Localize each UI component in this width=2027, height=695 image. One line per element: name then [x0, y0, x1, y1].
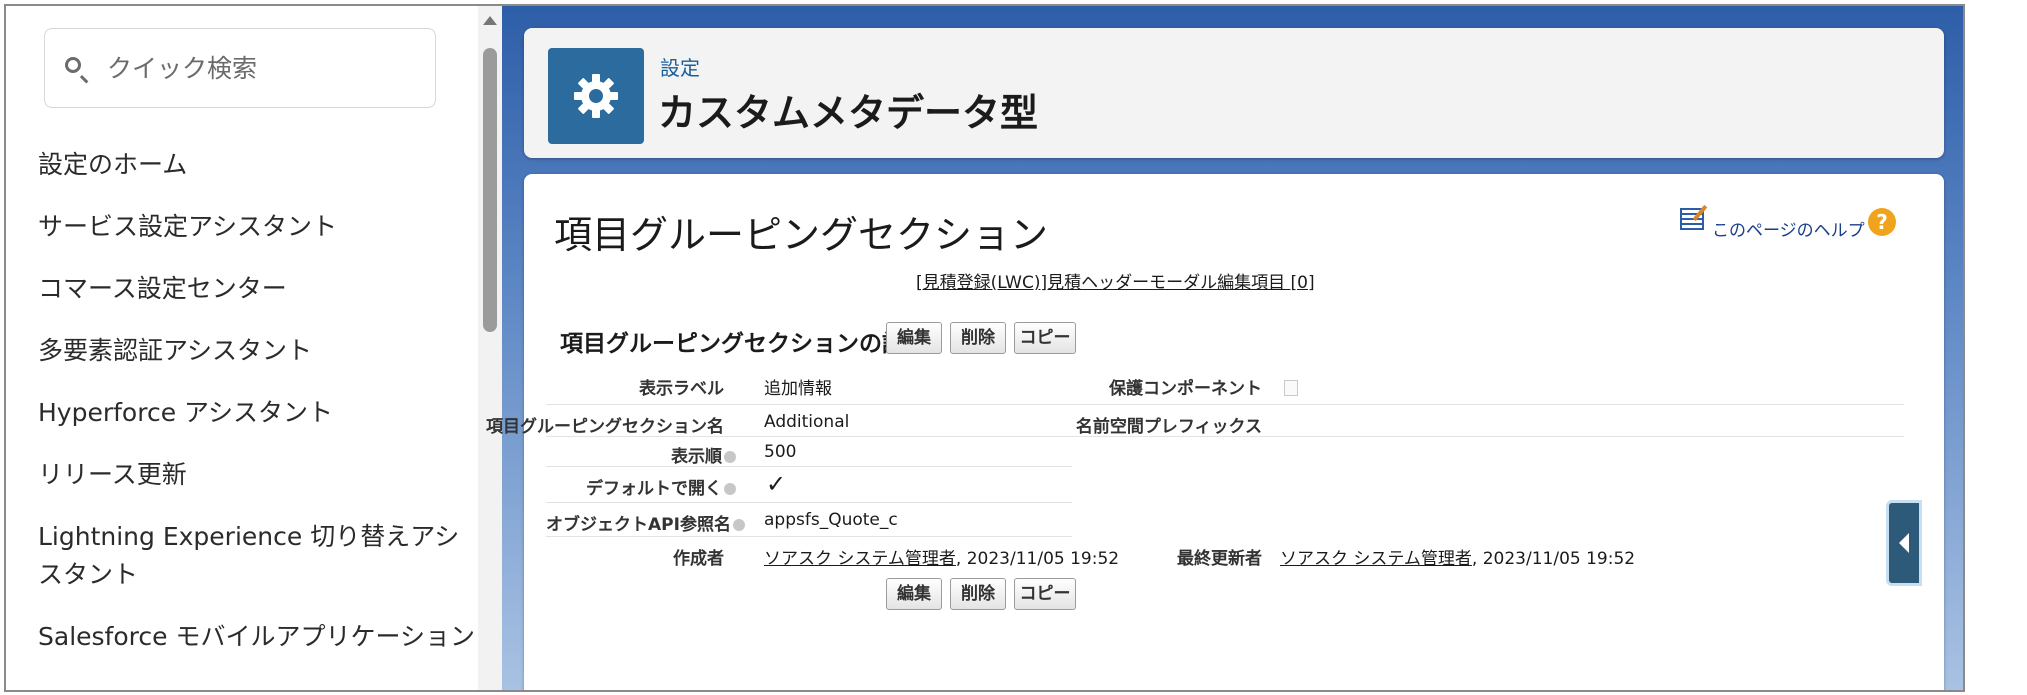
- detail-row-6: 作成者 ソアスク システム管理者, 2023/11/05 19:52 最終更新者…: [546, 536, 1904, 570]
- quick-search-input[interactable]: [105, 47, 409, 89]
- nav-item-mfa-assistant[interactable]: 多要素認証アシスタント: [38, 332, 478, 370]
- detail-row-5: オブジェクトAPI参照名 appsfs_Quote_c: [546, 502, 1072, 537]
- setup-nav: 設定のホーム サービス設定アシスタント コマース設定センター 多要素認証アシスタ…: [38, 146, 478, 680]
- copy-button-bottom[interactable]: コピー: [1014, 578, 1076, 610]
- field-label-open-by-default: デフォルトで開く: [546, 474, 736, 499]
- window: 設定のホーム サービス設定アシスタント コマース設定センター 多要素認証アシスタ…: [4, 4, 1965, 692]
- page-header: 設定 カスタムメタデータ型: [524, 28, 1944, 158]
- modified-by-user-link[interactable]: ソアスク システム管理者: [1280, 549, 1472, 569]
- nav-item-release-updates[interactable]: リリース更新: [38, 456, 478, 494]
- related-list-link[interactable]: [見積登録(LWC)]見積ヘッダーモーダル編集項目 [0]: [916, 268, 1315, 293]
- detail-row-4: デフォルトで開く ✓: [546, 466, 1072, 503]
- modified-by-date: , 2023/11/05 19:52: [1471, 549, 1636, 569]
- edit-button-top[interactable]: 編集: [886, 322, 942, 354]
- nav-item-service-setup-assistant[interactable]: サービス設定アシスタント: [38, 208, 478, 246]
- detail-card: 項目グルーピングセクション このページのヘルプ ? [見積登録(LWC)]見積ヘ…: [486, 174, 1944, 690]
- info-icon[interactable]: [732, 519, 745, 531]
- info-icon[interactable]: [724, 483, 736, 495]
- sidebar-scrollbar[interactable]: [478, 6, 502, 690]
- delete-button-bottom[interactable]: 削除: [950, 578, 1006, 610]
- field-value-group-section-name: Additional: [764, 412, 850, 432]
- detail-row-2: 項目グルーピングセクション名 Additional 名前空間プレフィックス: [486, 404, 1904, 437]
- scroll-up-arrow-icon[interactable]: [483, 16, 497, 25]
- breadcrumb-setup[interactable]: 設定: [660, 52, 700, 81]
- detail-row-1: 表示ラベル 追加情報 保護コンポーネント: [546, 364, 1904, 405]
- info-icon[interactable]: [724, 451, 736, 463]
- checkmark-icon: ✓: [766, 470, 787, 498]
- field-value-created-by: ソアスク システム管理者, 2023/11/05 19:52: [764, 544, 1119, 569]
- field-label-group-section-name: 項目グルーピングセクション名: [486, 417, 724, 437]
- detail-row-3: 表示順 500: [546, 436, 1072, 467]
- open-by-default-label-text: デフォルトで開く: [586, 479, 722, 499]
- main-area: 設定 カスタムメタデータ型 項目グルーピングセクション このページのヘルプ ? …: [486, 6, 1963, 690]
- delete-button-top[interactable]: 削除: [950, 322, 1006, 354]
- quick-search-box[interactable]: [44, 28, 436, 108]
- field-label-created-by: 作成者: [673, 549, 724, 569]
- field-value-display-label: 追加情報: [764, 379, 832, 399]
- field-label-namespace-prefix: 名前空間プレフィックス: [1075, 417, 1262, 437]
- nav-item-commerce-setup-center[interactable]: コマース設定センター: [38, 270, 478, 308]
- page-header-title: カスタムメタデータ型: [658, 91, 1039, 135]
- scrollbar-thumb[interactable]: [483, 48, 497, 332]
- nav-item-hyperforce-assistant[interactable]: Hyperforce アシスタント: [38, 394, 478, 432]
- copy-button-top[interactable]: コピー: [1014, 322, 1076, 354]
- setup-gear-icon: [548, 48, 644, 144]
- detail-section-title: 項目グルーピングセクションの詳細: [560, 331, 928, 357]
- field-label-display-order: 表示順: [546, 442, 736, 467]
- page-title: 項目グルーピングセクション: [554, 213, 1049, 257]
- field-value-object-api-ref: appsfs_Quote_c: [764, 510, 898, 530]
- setup-sidebar: 設定のホーム サービス設定アシスタント コマース設定センター 多要素認証アシスタ…: [6, 6, 502, 690]
- field-label-modified-by: 最終更新者: [1177, 549, 1262, 569]
- field-label-object-api-ref: オブジェクトAPI参照名: [546, 510, 745, 535]
- display-order-label-text: 表示順: [671, 447, 722, 467]
- collapse-panel-tab[interactable]: [1886, 500, 1922, 586]
- field-label-display-label: 表示ラベル: [639, 379, 724, 399]
- edit-button-bottom[interactable]: 編集: [886, 578, 942, 610]
- field-label-protected-component: 保護コンポーネント: [1109, 379, 1262, 399]
- search-icon: [65, 57, 81, 73]
- created-by-date: , 2023/11/05 19:52: [955, 549, 1120, 569]
- nav-item-lightning-transition[interactable]: Lightning Experience 切り替えアシスタント: [38, 518, 478, 594]
- field-value-display-order: 500: [764, 442, 797, 462]
- object-api-ref-label-text: オブジェクトAPI参照名: [546, 515, 731, 535]
- created-by-user-link[interactable]: ソアスク システム管理者: [764, 549, 956, 569]
- field-value-modified-by: ソアスク システム管理者, 2023/11/05 19:52: [1280, 544, 1635, 569]
- protected-component-checkbox: [1284, 380, 1298, 396]
- question-icon[interactable]: ?: [1868, 208, 1896, 236]
- nav-item-salesforce-mobile[interactable]: Salesforce モバイルアプリケーション: [38, 618, 478, 656]
- nav-item-setup-home[interactable]: 設定のホーム: [38, 146, 478, 184]
- help-for-page-link[interactable]: このページのヘルプ: [1712, 216, 1865, 241]
